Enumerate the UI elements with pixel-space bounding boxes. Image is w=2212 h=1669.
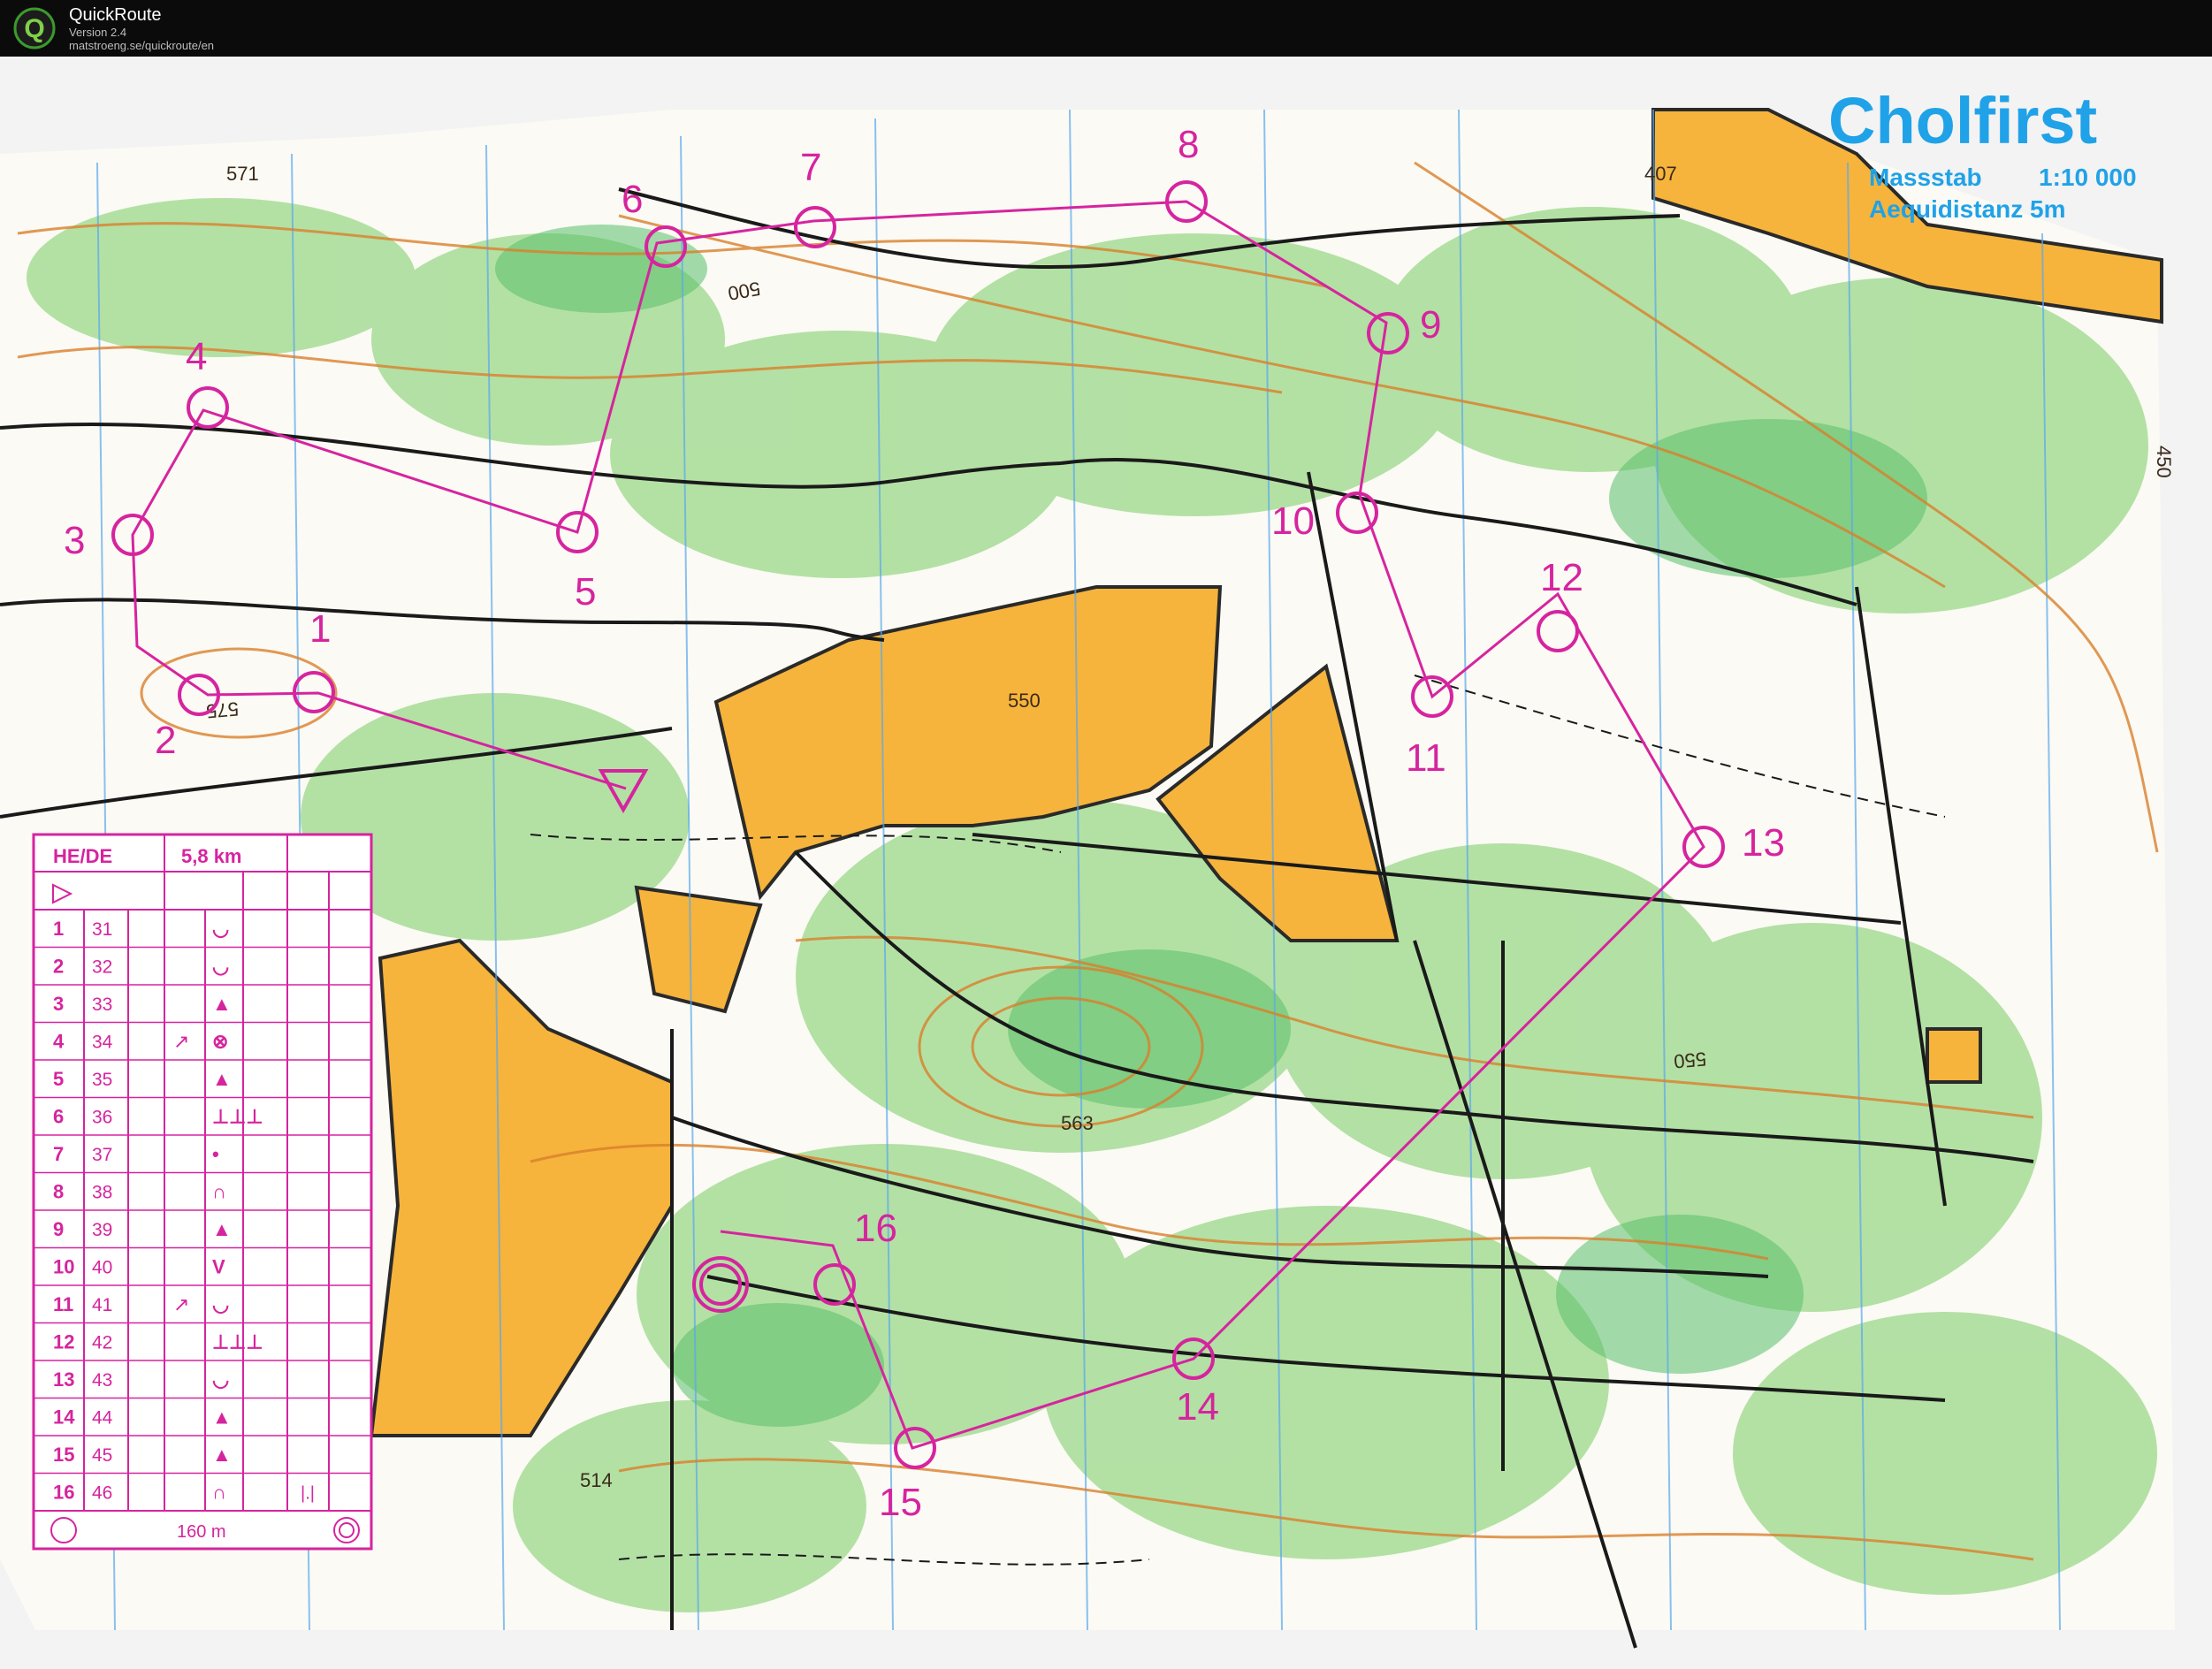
card-row-symbol: ∩ <box>212 1181 226 1203</box>
control-number-15: 15 <box>879 1481 922 1524</box>
card-row-number: 6 <box>53 1106 64 1128</box>
control-number-8: 8 <box>1178 123 1199 166</box>
card-row-number: 11 <box>53 1293 73 1315</box>
control-number-1: 1 <box>309 607 331 651</box>
card-finish-distance: 160 m <box>177 1522 226 1542</box>
card-row-number: 14 <box>53 1406 75 1429</box>
control-number-9: 9 <box>1420 303 1441 347</box>
card-row-number: 12 <box>53 1331 74 1353</box>
card-row-code: 39 <box>92 1220 112 1240</box>
card-row-code: 45 <box>92 1445 112 1466</box>
height-571: 571 <box>226 163 259 185</box>
scale-value: 1:10 000 <box>2039 164 2137 191</box>
card-row-code: 32 <box>92 957 112 978</box>
card-row-symbol: ⊗ <box>212 1031 228 1053</box>
control-description-card: HE/DE 5,8 km 1 31 ◡2 32 ◡3 33 ▲4 34 ↗ ⊗5 35 ▲6 36 ⊥⊥⊥… <box>32 833 373 1551</box>
card-row-code: 31 <box>92 919 112 940</box>
card-row-symbol: ◡ <box>212 1368 229 1391</box>
height-450: 450 <box>2153 446 2175 478</box>
card-row-number: 10 <box>53 1256 74 1278</box>
control-number-4: 4 <box>186 335 207 378</box>
height-550-east: 550 <box>1673 1048 1707 1072</box>
control-number-6: 6 <box>622 178 643 221</box>
logo-letter: Q <box>24 14 44 43</box>
card-row-code: 44 <box>92 1408 113 1429</box>
card-row-symbol: ◡ <box>212 918 229 940</box>
card-row-symbol: ▲ <box>212 1444 232 1466</box>
app-url[interactable]: matstroeng.se/quickroute/en <box>69 39 214 52</box>
control-number-12: 12 <box>1540 556 1583 599</box>
card-row-code: 38 <box>92 1183 112 1203</box>
app-titlebar: Q QuickRoute Version 2.4 matstroeng.se/q… <box>0 0 2212 57</box>
card-row-code: 33 <box>92 995 112 1015</box>
card-row-symbol: ∩ <box>212 1482 226 1504</box>
card-row-code: 46 <box>92 1483 112 1504</box>
control-number-13: 13 <box>1742 821 1785 865</box>
card-row-number: 7 <box>53 1143 64 1165</box>
card-row-number: 3 <box>53 993 64 1015</box>
card-row-symbol: V <box>212 1256 225 1278</box>
card-row-code: 41 <box>92 1295 112 1315</box>
control-number-16: 16 <box>854 1207 897 1250</box>
app-name: QuickRoute <box>69 5 162 25</box>
card-row-code: 40 <box>92 1258 112 1278</box>
card-row-symbol: • <box>212 1143 219 1165</box>
orienteering-map[interactable]: Cholfirst Massstab 1:10 000 Aequidistanz… <box>0 57 2212 1669</box>
card-row-symbol: ▲ <box>212 993 232 1015</box>
card-row-symbol: ◡ <box>212 956 229 978</box>
card-row-direction: ↗ <box>173 1293 189 1315</box>
card-length: 5,8 km <box>181 845 242 867</box>
scale-label: Massstab <box>1869 164 1982 191</box>
card-row-number: 16 <box>53 1482 74 1504</box>
card-row-symbol: ▲ <box>212 1218 232 1240</box>
card-row-number: 13 <box>53 1368 74 1391</box>
height-514: 514 <box>580 1469 613 1491</box>
card-row-number: 4 <box>53 1031 65 1053</box>
height-550: 550 <box>1008 690 1041 712</box>
card-row-symbol: ⊥⊥⊥ <box>212 1331 263 1353</box>
card-row-extra: |.| <box>301 1484 315 1504</box>
height-563: 563 <box>1061 1112 1094 1134</box>
control-number-7: 7 <box>800 146 821 189</box>
contour-interval: Aequidistanz 5m <box>1869 195 2065 223</box>
height-407: 407 <box>1644 163 1677 185</box>
card-row-symbol: ⊥⊥⊥ <box>212 1106 263 1128</box>
control-number-3: 3 <box>64 519 85 562</box>
card-row-number: 2 <box>53 956 64 978</box>
control-number-5: 5 <box>575 570 596 613</box>
card-row-code: 42 <box>92 1333 112 1353</box>
card-row-symbol: ◡ <box>212 1293 229 1315</box>
control-number-10: 10 <box>1271 499 1315 543</box>
card-row-symbol: ▲ <box>212 1406 232 1429</box>
card-row-code: 37 <box>92 1145 112 1165</box>
app-version: Version 2.4 <box>69 26 127 39</box>
map-title: Cholfirst <box>1828 84 2097 157</box>
card-row-code: 35 <box>92 1070 112 1090</box>
control-number-11: 11 <box>1406 736 1446 780</box>
card-row-code: 36 <box>92 1108 112 1128</box>
card-row-symbol: ▲ <box>212 1068 232 1090</box>
card-row-number: 1 <box>53 918 64 940</box>
map-viewport[interactable]: Cholfirst Massstab 1:10 000 Aequidistanz… <box>0 57 2212 1669</box>
card-row-number: 8 <box>53 1181 64 1203</box>
quickroute-logo-icon: Q <box>13 7 56 50</box>
card-row-direction: ↗ <box>173 1031 189 1053</box>
card-row-number: 5 <box>53 1068 64 1090</box>
control-number-2: 2 <box>155 719 176 762</box>
card-row-number: 15 <box>53 1444 74 1466</box>
card-row-code: 34 <box>92 1033 113 1053</box>
card-row-number: 9 <box>53 1218 64 1240</box>
control-number-14: 14 <box>1176 1385 1219 1429</box>
card-class: HE/DE <box>53 845 112 867</box>
card-row-code: 43 <box>92 1370 112 1391</box>
